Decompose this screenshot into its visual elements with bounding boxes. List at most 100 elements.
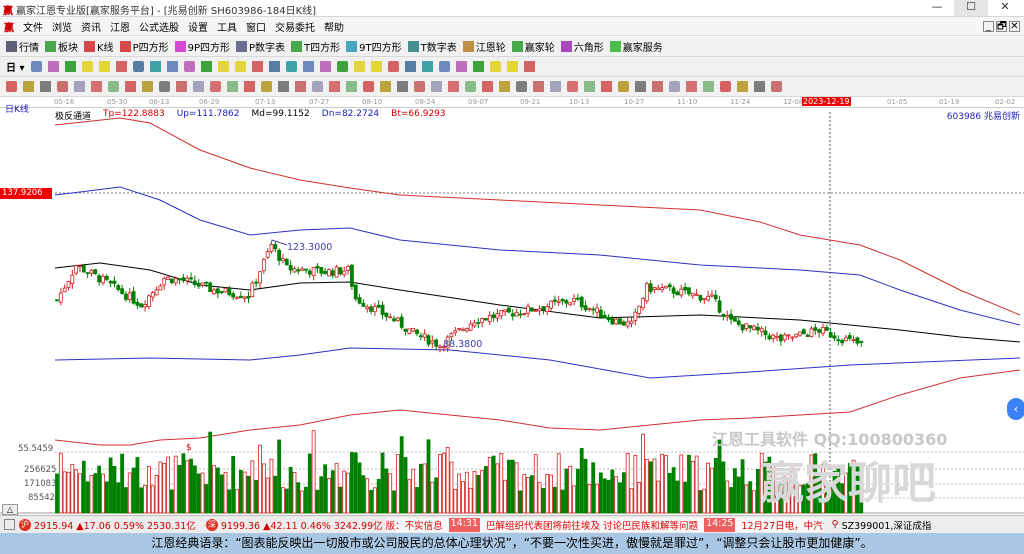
app-menu-icon[interactable]: 赢 [4,19,14,34]
tool-icon[interactable] [217,61,229,72]
tool-icon[interactable] [108,81,119,92]
tool-icon[interactable] [302,61,314,72]
tool-icon[interactable] [465,81,476,92]
close-button[interactable]: ✕ [988,0,1022,16]
tool-icon[interactable] [312,81,323,92]
news-item[interactable]: 巴解组织代表团将前往埃及 讨论巴民族和解等问题 [486,518,698,532]
tool-icon[interactable] [40,81,51,92]
menu-gann[interactable]: 江恩 [110,19,130,34]
tool-icon[interactable] [686,81,697,92]
tool-icon[interactable] [438,61,450,72]
side-panel-toggle-button[interactable]: ‹ [1007,398,1024,420]
tool-icon[interactable] [506,61,518,72]
tool-icon[interactable] [448,81,459,92]
tool-icon[interactable] [523,61,535,72]
tool-icon[interactable] [550,81,561,92]
tool-icon[interactable] [159,81,170,92]
tool-icon[interactable] [319,61,331,72]
news-ticker[interactable]: 版：不实信息 14:31 巴解组织代表团将前往埃及 讨论巴民族和解等问题 14:… [385,517,824,532]
tool-icon[interactable] [210,81,221,92]
tool-icon[interactable] [81,61,93,72]
tool-icon[interactable] [142,81,153,92]
sh-index-quote[interactable]: 2915.94 ▲17.06 0.59% 2530.31亿 [34,518,196,532]
tool-icon[interactable] [635,81,646,92]
tool-icon[interactable] [387,61,399,72]
tool-icon[interactable] [455,61,467,72]
menu-window[interactable]: 窗口 [246,19,266,34]
tool-icon[interactable] [363,81,374,92]
tool-icon[interactable] [200,61,212,72]
tool-icon[interactable] [482,81,493,92]
minimize-button[interactable]: — [920,0,954,16]
menu-trade[interactable]: 交易委托 [275,19,315,34]
tool-icon[interactable] [703,81,714,92]
tool-icon[interactable] [183,61,195,72]
tool-icon[interactable] [754,81,765,92]
tool-icon[interactable] [166,61,178,72]
tool-icon[interactable] [98,61,110,72]
tool-icon[interactable] [370,61,382,72]
menu-help[interactable]: 帮助 [324,19,344,34]
tool-icon[interactable] [251,61,263,72]
tool-icon[interactable] [244,81,255,92]
tool-icon[interactable] [516,81,527,92]
mdi-close-button[interactable]: ✕ [1009,20,1020,32]
tool-icon[interactable] [353,61,365,72]
maximize-button[interactable]: ☐ [954,0,988,16]
tool-icon[interactable] [421,61,433,72]
tool-icon[interactable] [6,81,17,92]
toolbar-dollar-icon-button[interactable]: 赢家服务 [609,39,663,54]
menu-formula[interactable]: 公式选股 [139,19,179,34]
tool-icon[interactable] [64,61,76,72]
tool-icon[interactable] [720,81,731,92]
toolbar-p9-button[interactable]: 9P四方形 [174,39,230,54]
tool-icon[interactable] [91,81,102,92]
tool-icon[interactable] [268,61,280,72]
toolbar-wheel-icon-button[interactable]: 赢家轮 [511,39,555,54]
tool-icon[interactable] [567,81,578,92]
tool-icon[interactable] [234,61,246,72]
tool-icon[interactable] [414,81,425,92]
sz-index-quote[interactable]: 9199.36 ▲42.11 0.46% 3242.99亿 [221,518,383,532]
tool-icon[interactable] [132,61,144,72]
menu-news[interactable]: 资讯 [81,19,101,34]
tool-icon[interactable] [115,61,127,72]
tool-icon[interactable] [601,81,612,92]
tool-icon[interactable] [533,81,544,92]
mdi-minimize-button[interactable]: _ [983,20,994,32]
tool-icon[interactable] [404,61,416,72]
tool-icon[interactable] [57,81,68,92]
tool-icon[interactable] [397,81,408,92]
tool-icon[interactable] [125,81,136,92]
tool-icon[interactable] [336,61,348,72]
tool-icon[interactable] [149,61,161,72]
tool-icon[interactable] [489,61,501,72]
calculator-icon[interactable] [4,519,15,530]
toolbar-blocks-icon-button[interactable]: 板块 [45,39,78,54]
period-select[interactable]: 日 ▾ [6,59,25,74]
expand-panel-button[interactable]: △ [2,504,18,515]
toolbar-t4-button[interactable]: T四方形 [291,39,340,54]
tool-icon[interactable] [584,81,595,92]
tool-icon[interactable] [47,61,59,72]
toolbar-grid-icon-button[interactable]: 行情 [6,39,39,54]
toolbar-tn-button[interactable]: T数字表 [407,39,457,54]
menu-file[interactable]: 文件 [23,19,43,34]
tool-icon[interactable] [193,81,204,92]
tool-icon[interactable] [669,81,680,92]
menu-tools[interactable]: 工具 [217,19,237,34]
tool-icon[interactable] [771,81,782,92]
tool-icon[interactable] [329,81,340,92]
tool-icon[interactable] [278,81,289,92]
news-item[interactable]: 版：不实信息 [386,518,443,532]
index-selector[interactable]: SZ399001,深证成指 [842,518,932,532]
tool-icon[interactable] [472,61,484,72]
tool-icon[interactable] [261,81,272,92]
tool-icon[interactable] [618,81,629,92]
news-item[interactable]: 12月27日电，中汽协就《汽车 [741,518,823,532]
toolbar-p4-button[interactable]: P四方形 [119,39,169,54]
toolbar-t9-button[interactable]: 9T四方形 [346,39,402,54]
toolbar-kline-icon-button[interactable]: K线 [84,39,114,54]
tool-icon[interactable] [74,81,85,92]
tool-icon[interactable] [176,81,187,92]
